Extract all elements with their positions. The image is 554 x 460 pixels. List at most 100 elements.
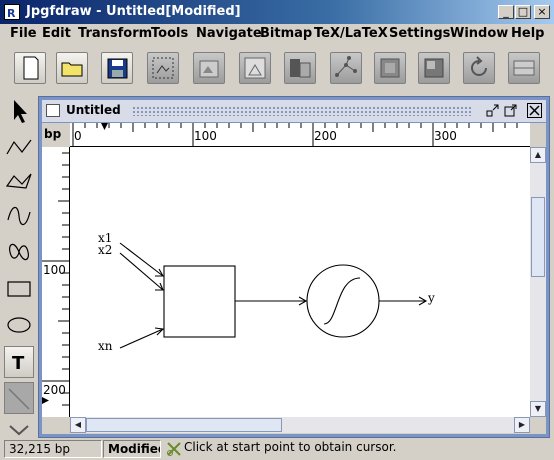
document-body: bp 0 100 200 300 100 200 x1 x2 xn y ▲ ▼ … (42, 123, 546, 434)
diagram (119, 242, 428, 349)
menu-tools[interactable]: Tools (151, 26, 188, 41)
select-arrow-icon (14, 100, 27, 123)
activation-node[interactable] (306, 264, 380, 338)
ellipse-tool-button[interactable] (4, 308, 34, 340)
text-tool-icon: T (12, 353, 25, 374)
open-folder-button[interactable] (56, 52, 88, 84)
status-modified: Modified (103, 440, 161, 458)
window-title-bar[interactable]: R Jpgfdraw - Untitled[Modified] _ □ × (0, 0, 554, 24)
construct-b-icon (424, 58, 444, 78)
horizontal-scroll-thumb[interactable] (86, 418, 282, 432)
rectangle-tool-button[interactable] (4, 272, 34, 304)
closed-curve-tool-button[interactable] (4, 236, 34, 268)
open-polyline-tool-button[interactable] (4, 132, 34, 164)
iconify-button[interactable] (485, 103, 500, 118)
bitmap-edit-button[interactable] (193, 52, 225, 84)
document-title: Untitled (66, 103, 121, 117)
menu-navigate[interactable]: Navigate (196, 26, 262, 41)
ruler-label-100: 100 (194, 129, 217, 143)
ruler-label-200: 200 (314, 129, 337, 143)
construct-a-icon (380, 58, 400, 78)
status-coordinates: 32,215 bp (4, 440, 102, 458)
closed-curve-icon (9, 243, 29, 261)
ruler-label-300: 300 (434, 129, 457, 143)
open-curve-tool-button[interactable] (4, 200, 34, 232)
input-label-x2: x2 (98, 243, 113, 257)
minimize-button[interactable]: _ (498, 5, 514, 19)
tile-split-button[interactable] (508, 52, 540, 84)
status-bar: 32,215 bp Modified Click at start point … (0, 438, 554, 460)
menu-file[interactable]: File (10, 26, 37, 41)
ruler-label-v100: 100 (43, 263, 66, 277)
ruler-cursor-marker-vertical (42, 397, 49, 404)
rectangle-icon (7, 281, 31, 297)
open-curve-icon (7, 206, 31, 226)
save-disk-icon (107, 58, 128, 79)
save-button[interactable] (101, 52, 133, 84)
ruler-unit-label: bp (44, 127, 62, 141)
document-icon (46, 104, 60, 117)
maximize-document-button[interactable] (503, 103, 518, 118)
close-icon (529, 105, 540, 116)
select-tool-button[interactable] (4, 96, 34, 128)
bitmap-group-icon (244, 57, 266, 79)
select-region-button[interactable] (147, 52, 179, 84)
palette-more-button[interactable] (4, 420, 34, 438)
math-text-tool-button[interactable] (4, 382, 34, 414)
maximize-button[interactable]: □ (515, 5, 531, 19)
ruler-label-0: 0 (74, 129, 82, 143)
svg-text:R: R (7, 7, 16, 19)
tile-split-icon (513, 60, 535, 76)
menu-tex-latex[interactable]: TeX/LaTeX (314, 26, 388, 41)
new-file-icon (23, 56, 39, 80)
vertical-scroll-thumb[interactable] (531, 197, 545, 277)
text-tool-button[interactable]: T (4, 346, 34, 378)
document-title-bar[interactable]: Untitled (42, 100, 546, 122)
construct-b-button[interactable] (418, 52, 450, 84)
select-region-icon (152, 57, 174, 79)
iconify-icon (486, 104, 498, 117)
menu-window[interactable]: Window (450, 26, 508, 41)
bitmap-copy-button[interactable] (284, 52, 316, 84)
close-button[interactable]: × (534, 5, 550, 19)
bitmap-edit-icon (199, 60, 219, 78)
output-label-y: y (428, 291, 435, 305)
ellipse-icon (7, 317, 31, 333)
drawing-canvas[interactable]: x1 x2 xn y (70, 147, 530, 417)
title-grip (132, 106, 472, 116)
ruler-cursor-marker (101, 123, 108, 130)
closed-polyline-icon (5, 173, 32, 189)
bitmap-copy-icon (290, 59, 311, 78)
status-message: Click at start point to obtain cursor. (184, 440, 397, 454)
menu-bitmap[interactable]: Bitmap (260, 26, 312, 41)
math-text-icon (8, 388, 30, 410)
vertical-scrollbar[interactable]: ▲ ▼ (530, 147, 546, 417)
scroll-right-button[interactable]: ▶ (514, 417, 530, 433)
scroll-down-button[interactable]: ▼ (530, 401, 546, 417)
menu-help[interactable]: Help (511, 26, 544, 41)
open-folder-icon (61, 62, 83, 77)
window-title: Jpgfdraw - Untitled[Modified] (26, 4, 241, 19)
vertical-ruler[interactable]: 100 200 (42, 147, 70, 417)
rotate-icon (471, 56, 487, 76)
input-label-xn: xn (98, 339, 113, 353)
scroll-left-button[interactable]: ◀ (70, 417, 86, 433)
menu-settings[interactable]: Settings (389, 26, 450, 41)
close-document-button[interactable] (527, 103, 542, 118)
horizontal-scrollbar[interactable]: ◀ ▶ (70, 417, 530, 433)
new-file-button[interactable] (14, 52, 46, 84)
menu-transform[interactable]: Transform (78, 26, 152, 41)
menu-edit[interactable]: Edit (42, 26, 71, 41)
summation-block[interactable] (163, 265, 236, 338)
rotate-button[interactable] (463, 52, 495, 84)
graph-node-button[interactable] (330, 52, 362, 84)
svg-text:T: T (12, 353, 25, 374)
bitmap-group-button[interactable] (239, 52, 271, 84)
scroll-up-button[interactable]: ▲ (530, 147, 546, 163)
document-frame: Untitled bp 0 100 200 300 100 200 x1 x2 … (38, 96, 550, 438)
arrow-xn[interactable] (119, 328, 164, 349)
construct-a-button[interactable] (374, 52, 406, 84)
closed-polyline-tool-button[interactable] (4, 166, 34, 198)
status-tool-icon (166, 441, 182, 457)
horizontal-ruler[interactable]: 0 100 200 300 (70, 123, 530, 147)
